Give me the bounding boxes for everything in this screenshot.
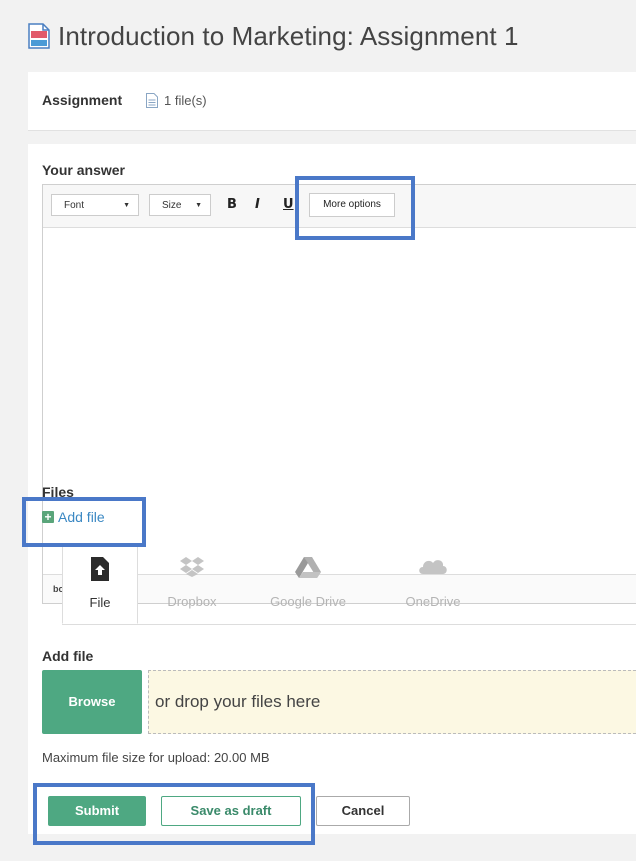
font-select[interactable]: Font ▼	[51, 194, 139, 216]
tab-file[interactable]: File	[62, 544, 138, 624]
chevron-down-icon: ▼	[195, 202, 202, 209]
size-select[interactable]: Size ▼	[149, 194, 211, 216]
google-drive-icon	[295, 557, 321, 578]
cancel-button[interactable]: Cancel	[316, 796, 410, 826]
assignment-doc-icon	[28, 23, 50, 49]
tab-onedrive-label: OneDrive	[405, 594, 461, 609]
file-drop-zone[interactable]: or drop your files here	[148, 670, 636, 734]
file-icon	[146, 93, 158, 108]
chevron-down-icon: ▼	[123, 202, 130, 209]
font-select-label: Font	[64, 200, 85, 211]
add-file-heading: Add file	[42, 648, 94, 664]
tab-onedrive[interactable]: OneDrive	[378, 544, 488, 624]
assignment-label: Assignment	[42, 92, 123, 108]
page-header: Introduction to Marketing: Assignment 1	[28, 14, 519, 58]
assignment-files-count: 1 file(s)	[164, 93, 207, 108]
max-file-size-note: Maximum file size for upload: 20.00 MB	[42, 750, 270, 765]
assignment-card: Assignment 1 file(s)	[28, 72, 636, 131]
tab-file-label: File	[89, 595, 111, 610]
tab-google-drive-label: Google Drive	[270, 594, 346, 609]
underline-button[interactable]: U	[283, 194, 294, 216]
tab-google-drive[interactable]: Google Drive	[242, 544, 374, 624]
size-select-label: Size	[162, 200, 182, 211]
submission-card: Your answer Font ▼ Size ▼ B I U More opt…	[28, 144, 636, 834]
bold-button[interactable]: B	[227, 194, 237, 216]
italic-button[interactable]: I	[255, 194, 260, 216]
highlight-actions	[33, 783, 315, 845]
tab-dropbox-label: Dropbox	[167, 594, 217, 609]
assignment-files-link[interactable]: 1 file(s)	[146, 93, 207, 108]
browse-button[interactable]: Browse	[42, 670, 142, 734]
file-upload-icon	[91, 557, 109, 581]
your-answer-label: Your answer	[42, 162, 125, 178]
dropbox-icon	[180, 557, 204, 577]
page-title: Introduction to Marketing: Assignment 1	[58, 20, 519, 51]
tab-dropbox[interactable]: Dropbox	[146, 544, 238, 624]
highlight-more-options	[295, 176, 415, 240]
file-drop-row: Browse or drop your files here	[42, 670, 636, 734]
file-source-tabs: File Dropbox Google Drive OneDrive	[62, 544, 636, 625]
onedrive-icon	[419, 560, 447, 574]
highlight-add-file	[22, 497, 146, 547]
